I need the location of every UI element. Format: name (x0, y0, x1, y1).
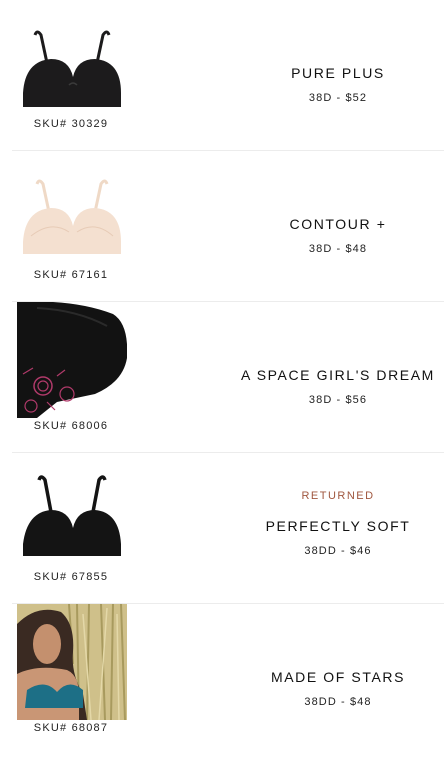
list-item[interactable]: SKU# 67855 RETURNED PERFECTLY SOFT 38DD … (12, 453, 444, 604)
size-price: 38D - $52 (308, 92, 368, 104)
product-name[interactable]: CONTOUR + (222, 216, 444, 232)
product-name[interactable]: PURE PLUS (222, 65, 444, 81)
status-badge: RETURNED (301, 490, 375, 502)
bra-black-icon (23, 30, 121, 107)
size-price: 38D - $48 (308, 243, 368, 255)
product-image[interactable] (17, 15, 127, 129)
list-item[interactable]: SKU# 68006 A SPACE GIRL'S DREAM 38D - $5… (12, 302, 444, 453)
size-price: 38DD - $46 (304, 545, 372, 557)
product-info: CONTOUR + 38D - $48 (222, 151, 444, 301)
sku-label: SKU# 67161 (33, 269, 109, 281)
bra-nude-icon (23, 179, 121, 254)
list-item[interactable]: SKU# 30329 PURE PLUS 38D - $52 (12, 0, 444, 151)
sku-label: SKU# 67855 (33, 571, 109, 583)
product-name[interactable]: PERFECTLY SOFT (222, 518, 444, 534)
list-item[interactable]: SKU# 67161 CONTOUR + 38D - $48 (12, 151, 444, 302)
sku-label: SKU# 68006 (33, 420, 109, 432)
product-info: A SPACE GIRL'S DREAM 38D - $56 (222, 302, 444, 452)
order-item-list: SKU# 30329 PURE PLUS 38D - $52 SKU# 6716… (0, 0, 444, 755)
product-image[interactable] (17, 604, 127, 720)
product-image[interactable] (17, 468, 127, 582)
product-info: RETURNED PERFECTLY SOFT 38DD - $46 (222, 453, 444, 603)
product-name[interactable]: MADE OF STARS (222, 669, 444, 685)
product-image[interactable] (17, 166, 127, 280)
product-info: MADE OF STARS 38DD - $48 (222, 604, 444, 755)
product-info: PURE PLUS 38D - $52 (222, 0, 444, 150)
bra-black-embroidered-closeup (17, 302, 127, 418)
bra-black-icon (23, 475, 121, 556)
size-price: 38DD - $48 (304, 696, 372, 708)
product-image[interactable] (17, 302, 127, 418)
sku-label: SKU# 68087 (33, 722, 109, 734)
sku-label: SKU# 30329 (33, 118, 109, 130)
model-teal-bra-photo (17, 604, 127, 720)
size-price: 38D - $56 (308, 394, 368, 406)
list-item[interactable]: SKU# 68087 MADE OF STARS 38DD - $48 (12, 604, 444, 755)
product-name[interactable]: A SPACE GIRL'S DREAM (222, 367, 444, 383)
